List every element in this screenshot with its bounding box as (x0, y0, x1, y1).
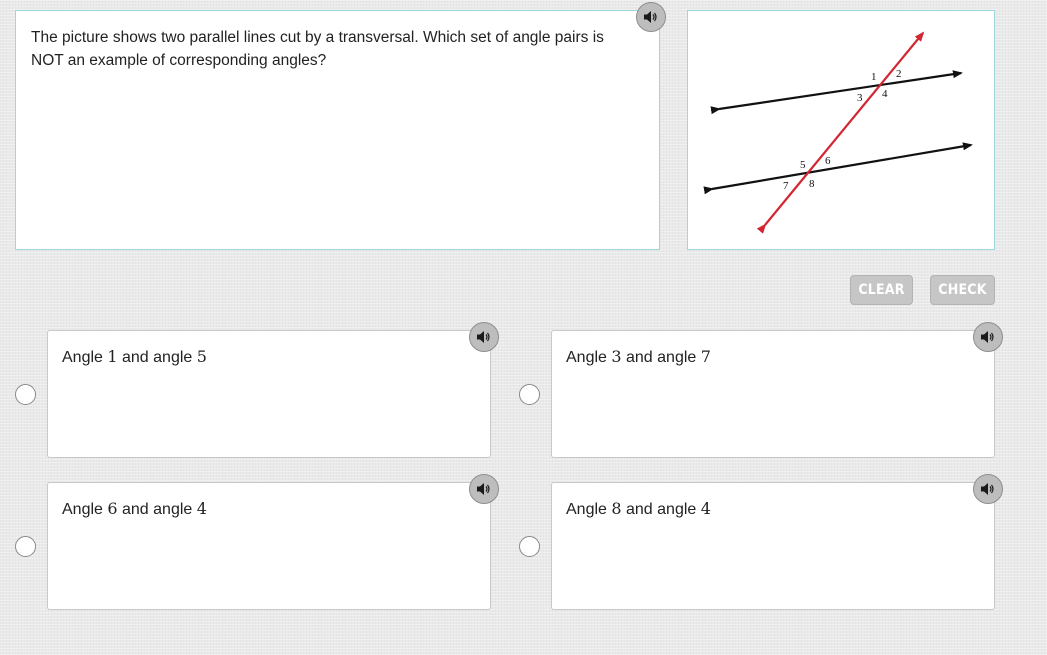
choice-4-card[interactable]: Angle 8 and angle 4 (551, 482, 995, 610)
angle-label-6: 6 (825, 155, 831, 167)
question-text: The picture shows two parallel lines cut… (31, 29, 604, 69)
choice-2-text: Angle 3 and angle 7 (566, 347, 711, 366)
figure-panel: 1 2 3 4 5 6 7 8 (687, 10, 995, 250)
angle-label-7: 7 (783, 180, 789, 192)
speaker-icon (477, 483, 490, 495)
angle-label-4: 4 (882, 88, 888, 100)
choice-1-card[interactable]: Angle 1 and angle 5 (47, 330, 491, 458)
clear-button[interactable]: CLEAR (850, 275, 913, 305)
choice-4-audio-button[interactable] (973, 474, 1003, 504)
transversal-line (756, 31, 925, 234)
check-button[interactable]: CHECK (930, 275, 995, 305)
choice-2-card[interactable]: Angle 3 and angle 7 (551, 330, 995, 458)
choice-1-radio[interactable] (15, 384, 36, 405)
parallel-lines-figure: 1 2 3 4 5 6 7 8 (703, 31, 973, 234)
question-audio-button[interactable] (636, 2, 666, 32)
question-panel: The picture shows two parallel lines cut… (15, 10, 660, 250)
choice-2-audio-button[interactable] (973, 322, 1003, 352)
choice-2-radio[interactable] (519, 384, 540, 405)
choice-3-audio-button[interactable] (469, 474, 499, 504)
angle-label-5: 5 (800, 159, 806, 171)
speaker-icon (644, 11, 657, 23)
speaker-icon (981, 483, 994, 495)
speaker-icon (477, 331, 490, 343)
choice-4-radio[interactable] (519, 536, 540, 557)
choice-3-radio[interactable] (15, 536, 36, 557)
choice-1-text: Angle 1 and angle 5 (62, 347, 207, 366)
choice-3-text: Angle 6 and angle 4 (62, 499, 207, 518)
speaker-icon (981, 331, 994, 343)
parallel-line-top (710, 70, 963, 115)
parallel-line-bottom (703, 142, 973, 195)
choice-1-audio-button[interactable] (469, 322, 499, 352)
angle-label-1: 1 (871, 71, 877, 83)
choice-3-card[interactable]: Angle 6 and angle 4 (47, 482, 491, 610)
choice-4-text: Angle 8 and angle 4 (566, 499, 711, 518)
angle-label-8: 8 (809, 178, 815, 190)
angle-label-3: 3 (857, 92, 863, 104)
angle-label-2: 2 (896, 68, 902, 80)
